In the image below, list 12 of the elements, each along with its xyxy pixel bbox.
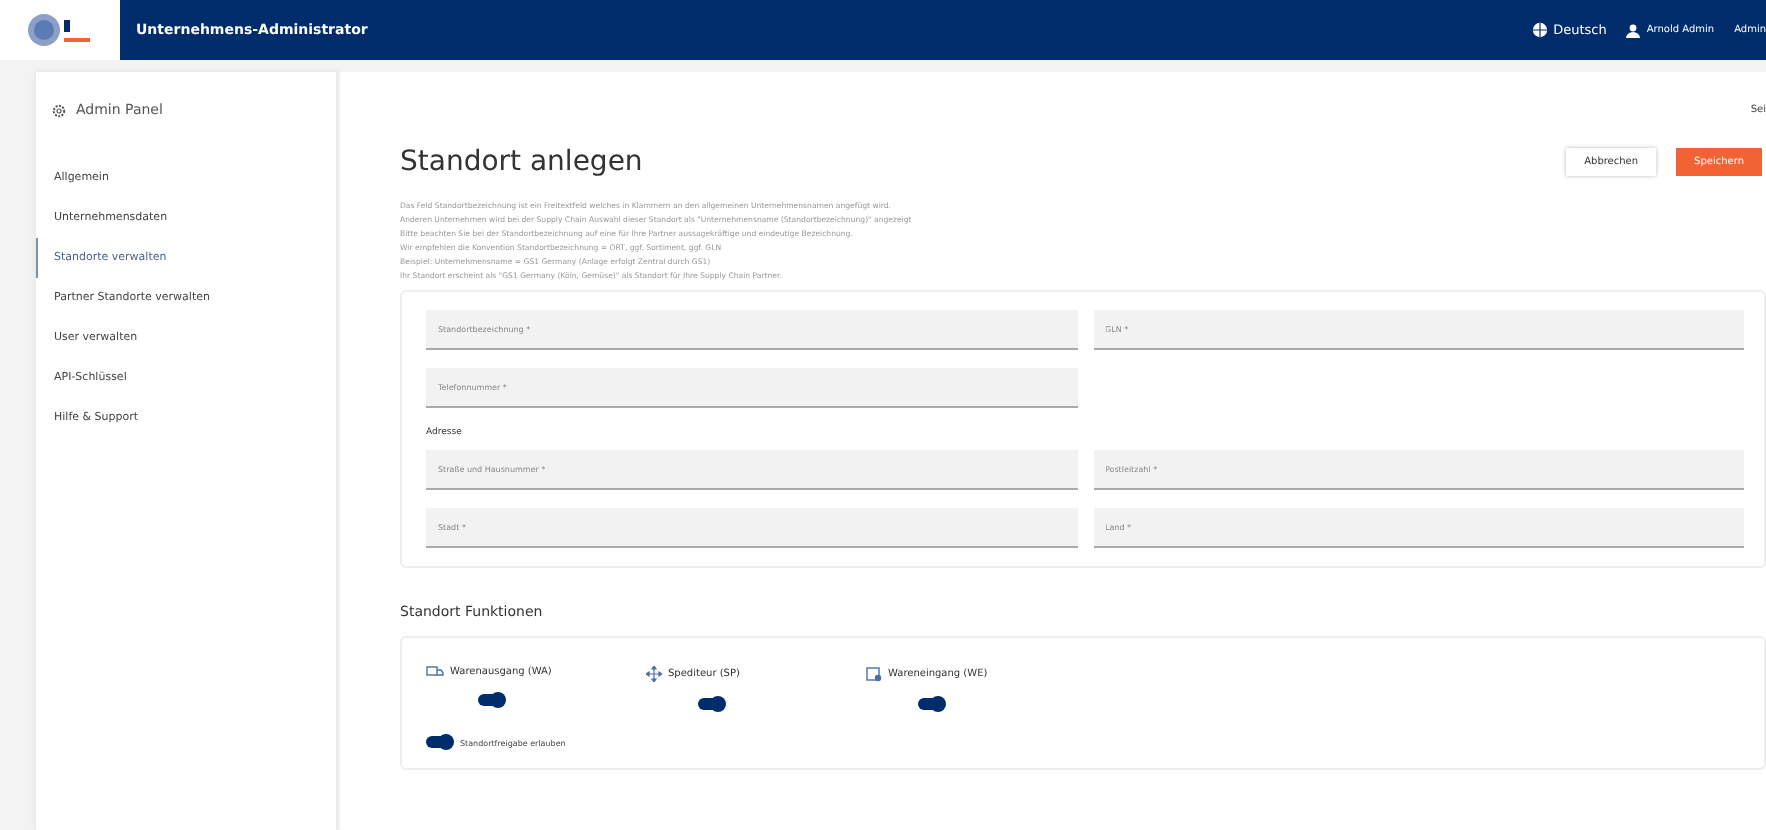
toggle-switch[interactable]: [478, 694, 504, 706]
settings-icon: [52, 103, 66, 117]
page-title: Standort anlegen: [400, 146, 645, 178]
truck-icon: [426, 666, 444, 678]
toggle-switch[interactable]: [426, 736, 452, 748]
calendar-icon: [866, 666, 882, 682]
toggle-switch[interactable]: [918, 698, 944, 710]
logo-icon: [24, 10, 96, 50]
toggle-switch[interactable]: [698, 698, 724, 710]
user-icon: [1626, 23, 1641, 37]
globe-icon: [1531, 22, 1548, 38]
move-icon: [646, 666, 662, 682]
